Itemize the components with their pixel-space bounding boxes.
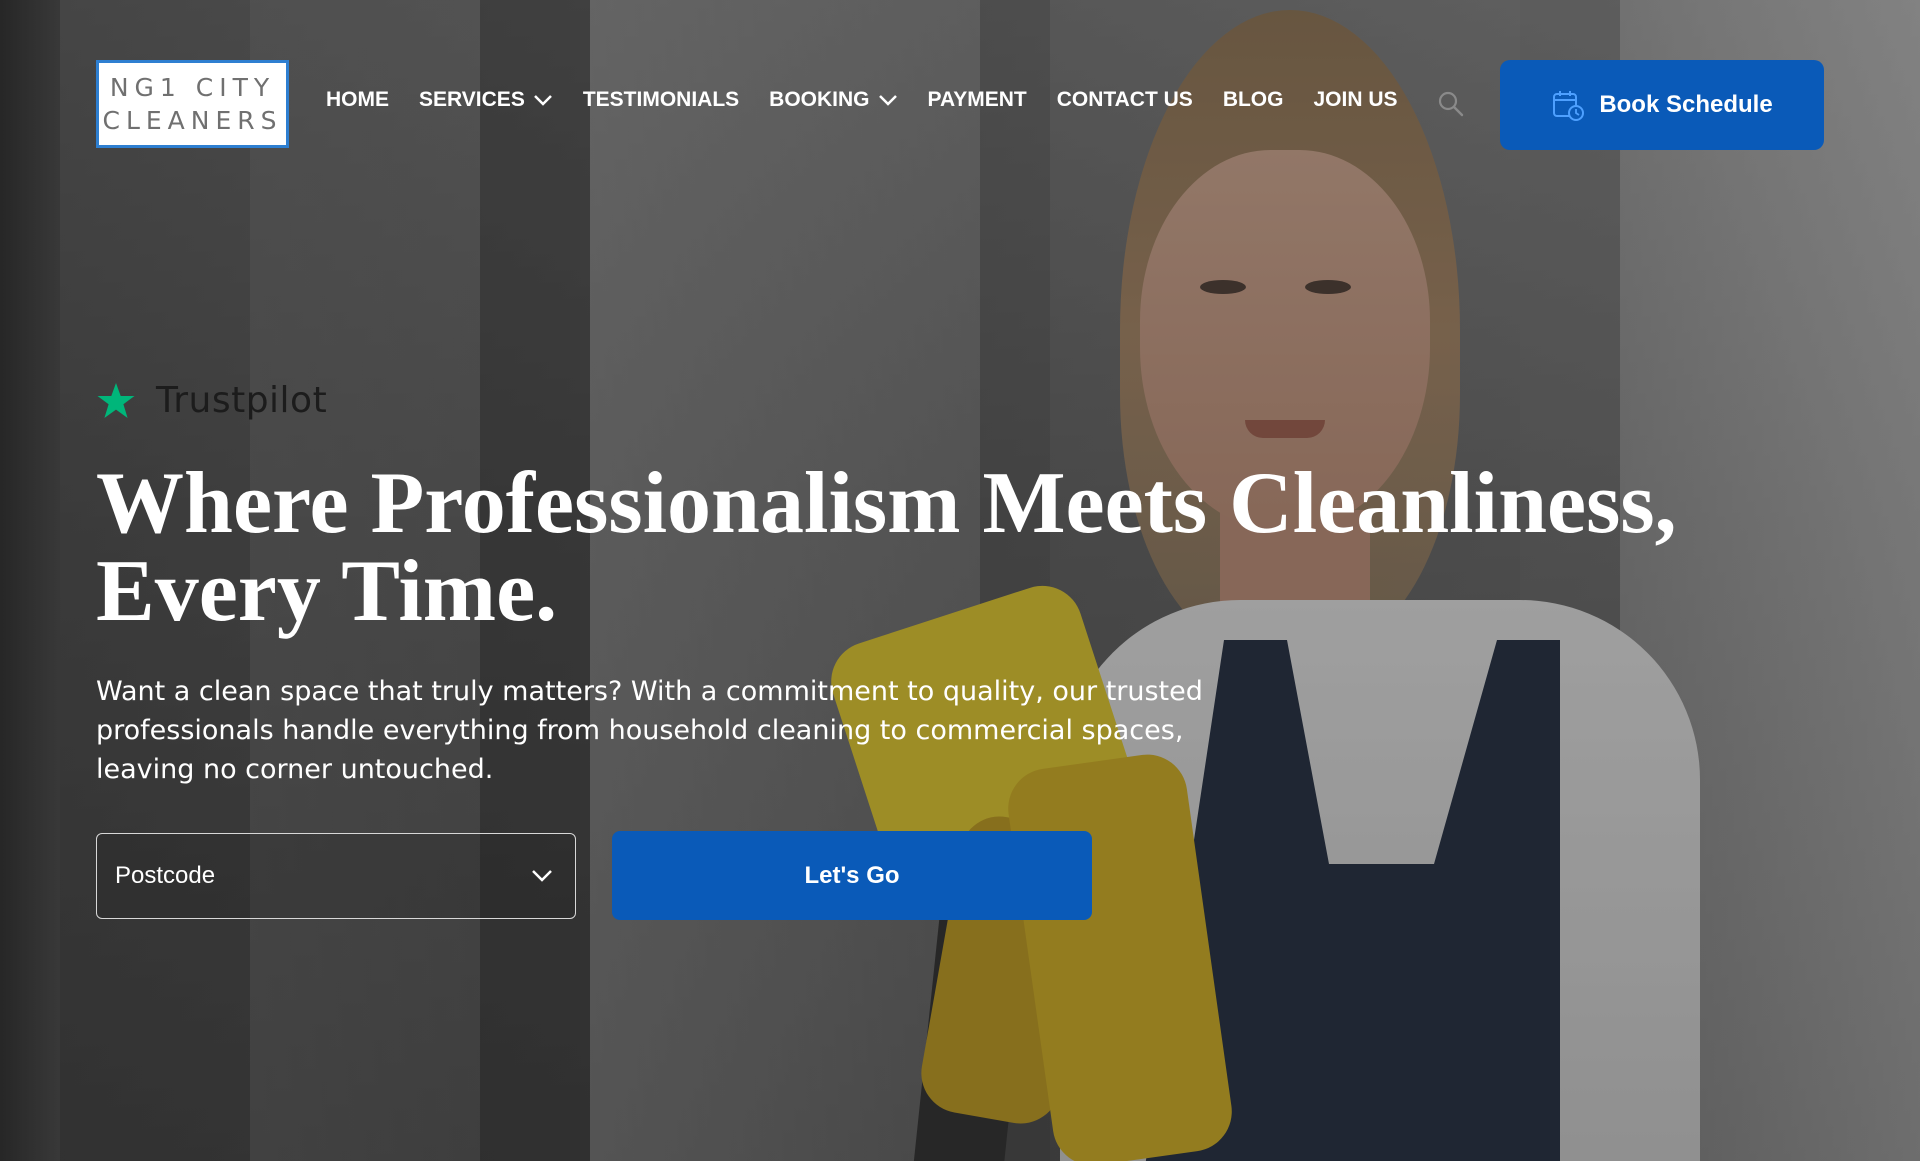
chevron-down-icon	[878, 95, 897, 106]
nav-item-payment[interactable]: PAYMENT	[928, 88, 1027, 112]
nav-item-contact-us[interactable]: CONTACT US	[1057, 88, 1193, 112]
nav-item-label: JOIN US	[1313, 88, 1398, 111]
headline-line-2: Every Time.	[96, 543, 558, 640]
nav-item-testimonials[interactable]: TESTIMONIALS	[583, 88, 739, 112]
nav-item-blog[interactable]: BLOG	[1223, 88, 1284, 112]
search-icon[interactable]	[1437, 90, 1465, 118]
nav-item-label: BOOKING	[769, 88, 870, 111]
nav-item-label: HOME	[326, 88, 389, 111]
hero-headline: Where Professionalism Meets Cleanliness,…	[96, 460, 1856, 636]
hero-subtext: Want a clean space that truly matters? W…	[96, 676, 1203, 785]
calendar-clock-icon	[1553, 91, 1585, 121]
postcode-select[interactable]: Postcode	[96, 833, 576, 919]
logo-line-1: NG1 CITY	[109, 73, 276, 102]
main-nav: HOME SERVICES TESTIMONIALS BOOKING PAYME…	[326, 88, 1428, 112]
trustpilot-label: Trustpilot	[156, 380, 328, 421]
nav-item-label: BLOG	[1222, 88, 1284, 111]
hero-section: NG1 CITY CLEANERS HOME SERVICES TESTIMON…	[0, 0, 1920, 1161]
nav-item-home[interactable]: HOME	[326, 88, 389, 112]
chevron-down-icon	[532, 870, 552, 882]
trustpilot-badge[interactable]: Trustpilot	[96, 380, 327, 421]
nav-item-label: PAYMENT	[927, 88, 1027, 111]
nav-item-label: CONTACT US	[1056, 88, 1193, 111]
site-header: NG1 CITY CLEANERS HOME SERVICES TESTIMON…	[0, 0, 1920, 210]
nav-item-services[interactable]: SERVICES	[419, 88, 553, 112]
nav-item-label: SERVICES	[419, 88, 525, 111]
site-logo[interactable]: NG1 CITY CLEANERS	[96, 60, 289, 148]
nav-item-booking[interactable]: BOOKING	[769, 88, 897, 112]
nav-item-join-us[interactable]: JOIN US	[1313, 88, 1397, 112]
postcode-placeholder: Postcode	[115, 862, 216, 889]
chevron-down-icon	[533, 95, 552, 106]
nav-item-label: TESTIMONIALS	[582, 88, 740, 111]
book-schedule-button[interactable]: Book Schedule	[1500, 60, 1824, 150]
lets-go-button[interactable]: Let's Go	[612, 831, 1092, 920]
star-icon	[97, 382, 135, 418]
logo-line-2: CLEANERS	[102, 106, 283, 135]
book-schedule-label: Book Schedule	[1599, 91, 1773, 118]
headline-line-1: Where Professionalism Meets Cleanliness,	[96, 455, 1677, 552]
